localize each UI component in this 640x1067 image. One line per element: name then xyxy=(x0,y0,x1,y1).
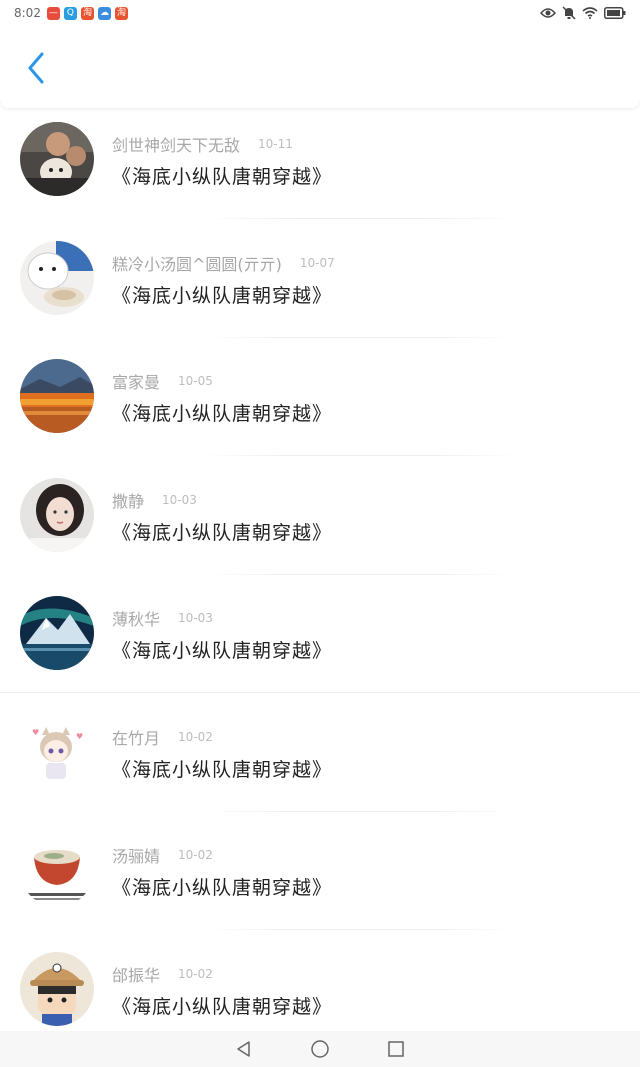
avatar[interactable]: ♥ ♥ xyxy=(20,714,94,789)
comment-date: 10-03 xyxy=(162,492,197,507)
aurora-mountain-avatar xyxy=(20,596,94,670)
comment-date: 10-02 xyxy=(178,729,213,744)
list-item[interactable]: ♥ ♥ 在竹月 10-02 《海底小纵队唐朝穿越》 xyxy=(0,703,640,822)
comment-meta: 剑世神剑天下无敌 10-11 xyxy=(112,132,293,156)
divider xyxy=(200,573,520,575)
noodle-bowl-avatar xyxy=(20,833,94,907)
back-button[interactable] xyxy=(18,50,54,86)
comment-meta: 邰振华 10-02 xyxy=(112,962,213,986)
home-circle-icon xyxy=(311,1040,329,1058)
avatar[interactable] xyxy=(20,833,94,907)
avatar[interactable] xyxy=(20,122,94,196)
divider xyxy=(200,336,520,338)
list-item[interactable]: 薄秋华 10-03 《海底小纵队唐朝穿越》 xyxy=(0,584,640,703)
taobao-badge-2: 淘 xyxy=(114,6,128,20)
comment-date: 10-02 xyxy=(178,966,213,981)
comment-date: 10-03 xyxy=(178,611,213,625)
avatar[interactable] xyxy=(20,596,94,670)
back-triangle-icon xyxy=(237,1041,250,1057)
people-with-dog-avatar xyxy=(20,122,94,196)
red-app-badge: — xyxy=(46,6,60,20)
comment-date: 10-02 xyxy=(178,848,213,862)
bell-muted-icon xyxy=(562,6,576,20)
comment-meta: 薄秋华 10-03 xyxy=(112,606,213,630)
comment-text[interactable]: 《海底小纵队唐朝穿越》 xyxy=(112,636,332,663)
eye-icon xyxy=(540,8,556,18)
system-nav-bar xyxy=(0,1031,640,1067)
list-item[interactable]: 剑世神剑天下无敌 10-11 《海底小纵队唐朝穿越》 xyxy=(0,110,640,229)
anime-character-avatar: ♥ ♥ xyxy=(20,714,94,789)
status-bar: 8:02 — Q 淘 ☁ 淘 xyxy=(0,0,640,26)
comment-list: 剑世神剑天下无敌 10-11 《海底小纵队唐朝穿越》 糕冷小汤圆^圆圆(亓亓) … xyxy=(0,110,640,1058)
battery-icon xyxy=(604,7,626,19)
user-name[interactable]: 糕冷小汤圆^圆圆(亓亓) xyxy=(112,251,282,275)
nav-home-button[interactable] xyxy=(308,1037,332,1061)
comment-text[interactable]: 《海底小纵队唐朝穿越》 xyxy=(112,281,332,308)
user-name[interactable]: 邰振华 xyxy=(112,962,160,986)
header xyxy=(0,26,640,108)
comment-meta: 撒静 10-03 xyxy=(112,488,197,512)
screen: 8:02 — Q 淘 ☁ 淘 剑世神剑天下无敌 10-11 《海底小纵队唐朝穿越… xyxy=(0,0,640,1067)
comment-text[interactable]: 《海底小纵队唐朝穿越》 xyxy=(112,518,332,545)
comment-date: 10-11 xyxy=(258,137,293,151)
wifi-icon xyxy=(582,7,598,19)
list-item[interactable]: 糕冷小汤圆^圆圆(亓亓) 10-07 《海底小纵队唐朝穿越》 xyxy=(0,229,640,348)
comment-text[interactable]: 《海底小纵队唐朝穿越》 xyxy=(112,399,332,426)
comment-meta: 汤骊婧 10-02 xyxy=(112,843,213,867)
avatar[interactable] xyxy=(20,240,94,315)
nav-back-button[interactable] xyxy=(232,1037,256,1061)
cloud-badge: ☁ xyxy=(97,6,111,20)
list-item[interactable]: 撒静 10-03 《海底小纵队唐朝穿越》 xyxy=(0,466,640,585)
user-name[interactable]: 剑世神剑天下无敌 xyxy=(112,132,240,156)
divider xyxy=(200,455,520,456)
girl-portrait-avatar xyxy=(20,477,94,552)
divider xyxy=(200,929,520,930)
avatar[interactable] xyxy=(20,359,94,433)
comment-meta: 在竹月 10-02 xyxy=(112,725,213,749)
user-name[interactable]: 在竹月 xyxy=(112,725,160,749)
status-left: 8:02 — Q 淘 ☁ 淘 xyxy=(0,6,128,20)
avatar[interactable] xyxy=(20,951,94,1026)
list-item[interactable]: 汤骊婧 10-02 《海底小纵队唐朝穿越》 xyxy=(0,821,640,940)
cartoon-boy-avatar xyxy=(20,951,94,1026)
autumn-landscape-avatar xyxy=(20,359,94,433)
comment-meta: 富家曼 10-05 xyxy=(112,369,213,393)
comment-text[interactable]: 《海底小纵队唐朝穿越》 xyxy=(112,992,332,1019)
status-time: 8:02 xyxy=(14,6,41,20)
recents-square-icon xyxy=(388,1041,404,1057)
avatar[interactable] xyxy=(20,477,94,552)
divider xyxy=(200,218,520,219)
user-name[interactable]: 富家曼 xyxy=(112,369,160,393)
comment-date: 10-07 xyxy=(299,255,335,270)
comment-date: 10-05 xyxy=(178,374,213,388)
user-name[interactable]: 薄秋华 xyxy=(112,606,160,630)
blue-app-badge: Q xyxy=(63,6,77,20)
user-name[interactable]: 撒静 xyxy=(112,488,144,512)
comment-meta: 糕冷小汤圆^圆圆(亓亓) 10-07 xyxy=(112,251,335,275)
list-item[interactable]: 富家曼 10-05 《海底小纵队唐朝穿越》 xyxy=(0,347,640,466)
status-right xyxy=(540,6,640,20)
user-name[interactable]: 汤骊婧 xyxy=(112,843,160,867)
comment-text[interactable]: 《海底小纵队唐朝穿越》 xyxy=(112,873,332,900)
svg-text:♥: ♥ xyxy=(76,732,83,741)
divider xyxy=(0,692,640,693)
comment-text[interactable]: 《海底小纵队唐朝穿越》 xyxy=(112,162,332,189)
divider xyxy=(200,810,520,812)
svg-text:♥: ♥ xyxy=(32,728,39,737)
comment-text[interactable]: 《海底小纵队唐朝穿越》 xyxy=(112,755,332,782)
cartoon-cat-avatar xyxy=(20,240,94,315)
nav-recents-button[interactable] xyxy=(384,1037,408,1061)
taobao-badge-1: 淘 xyxy=(80,6,94,20)
chevron-left-icon xyxy=(28,52,44,84)
